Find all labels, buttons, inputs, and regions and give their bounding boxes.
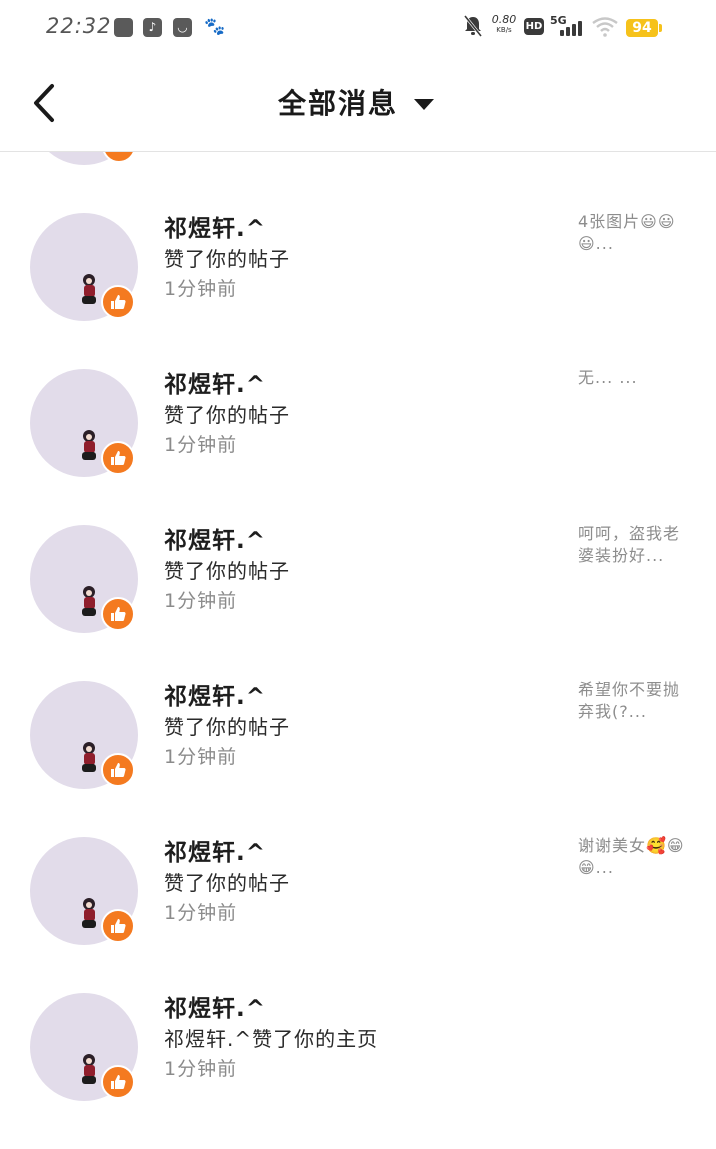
page-title: 全部消息: [278, 87, 399, 120]
user-name[interactable]: 祁煜轩.^: [164, 989, 266, 1023]
list-item[interactable]: 祁煜轩.^ 赞了你的帖子 1分钟前 无... ...: [0, 367, 716, 525]
avatar[interactable]: [30, 213, 138, 321]
avatar[interactable]: [30, 369, 138, 477]
avatar[interactable]: [30, 681, 138, 789]
list-item[interactable]: 祁煜轩.^ 祁煜轩.^赞了你的主页 1分钟前: [0, 993, 716, 1149]
post-preview[interactable]: 无... ...: [578, 367, 690, 389]
network-type-label: 5G: [550, 14, 567, 27]
list-item[interactable]: 祁煜轩.^ 赞了你的帖子 1分钟前 呵呵，盗我老婆装扮好...: [0, 523, 716, 681]
battery-icon: 94: [626, 19, 658, 37]
status-time: 22:32: [46, 14, 112, 38]
message-filter-dropdown[interactable]: 全部消息: [278, 82, 435, 122]
back-button[interactable]: [22, 78, 66, 128]
message-time: 1分钟前: [164, 746, 238, 768]
taobao-app-icon: ◡: [173, 18, 192, 37]
avatar[interactable]: [30, 837, 138, 945]
notification-muted-icon: [463, 15, 483, 37]
message-action: 祁煜轩.^赞了你的主页: [164, 1027, 379, 1051]
message-action: 赞了你的帖子: [164, 559, 290, 583]
status-bar: 22:32 ♪ ◡ 🐾 0.80 KB/s HD 5G 94: [0, 0, 716, 56]
like-badge-icon: [101, 441, 135, 475]
like-badge-icon: [101, 1065, 135, 1099]
avatar[interactable]: [30, 525, 138, 633]
message-time: 1分钟前: [164, 278, 238, 300]
nav-bar: 全部消息: [0, 56, 716, 152]
tiktok-app-icon: ♪: [143, 18, 162, 37]
like-badge-icon: [101, 753, 135, 787]
character-figure-icon: [82, 1054, 96, 1084]
message-time: 1分钟前: [164, 590, 238, 612]
cellular-signal-icon: 5G: [550, 14, 586, 38]
like-badge-icon: [101, 909, 135, 943]
message-action: 赞了你的帖子: [164, 247, 290, 271]
avatar[interactable]: [30, 993, 138, 1101]
character-figure-icon: [82, 742, 96, 772]
message-action: 赞了你的帖子: [164, 403, 290, 427]
message-time: 1分钟前: [164, 902, 238, 924]
wifi-icon: [592, 17, 618, 37]
user-name[interactable]: 祁煜轩.^: [164, 365, 266, 399]
list-item[interactable]: 祁煜轩.^ 赞了你的帖子 1分钟前 希望你不要抛弃我(?...: [0, 679, 716, 837]
character-figure-icon: [82, 898, 96, 928]
gallery-app-icon: [114, 18, 133, 37]
baidu-app-icon: 🐾: [204, 17, 226, 37]
list-item[interactable]: 祁煜轩.^ 赞了你的帖子 1分钟前 4张图片😃😃😃...: [0, 211, 716, 369]
user-name[interactable]: 祁煜轩.^: [164, 209, 266, 243]
character-figure-icon: [82, 430, 96, 460]
message-time: 1分钟前: [164, 1058, 238, 1080]
hd-voice-badge: HD: [524, 18, 544, 35]
battery-tip: [659, 24, 662, 32]
caret-down-icon: [414, 98, 435, 110]
character-figure-icon: [82, 586, 96, 616]
message-time: 1分钟前: [164, 434, 238, 456]
user-name[interactable]: 祁煜轩.^: [164, 833, 266, 867]
chevron-left-icon: [34, 84, 54, 122]
message-action: 赞了你的帖子: [164, 871, 290, 895]
like-badge-icon: [101, 597, 135, 631]
network-speed-value: 0.80: [491, 13, 517, 26]
user-name[interactable]: 祁煜轩.^: [164, 677, 266, 711]
like-badge-icon: [101, 285, 135, 319]
user-name[interactable]: 祁煜轩.^: [164, 521, 266, 555]
message-action: 赞了你的帖子: [164, 715, 290, 739]
post-preview[interactable]: 希望你不要抛弃我(?...: [578, 679, 690, 723]
list-item[interactable]: 祁煜轩.^ 赞了你的帖子 1分钟前 谢谢美女🥰😁😁...: [0, 835, 716, 993]
post-preview[interactable]: 呵呵，盗我老婆装扮好...: [578, 523, 690, 567]
character-figure-icon: [82, 274, 96, 304]
post-preview[interactable]: 4张图片😃😃😃...: [578, 211, 690, 255]
network-speed-unit: KB/s: [496, 26, 512, 34]
post-preview[interactable]: 谢谢美女🥰😁😁...: [578, 835, 690, 879]
network-speed: 0.80 KB/s: [491, 14, 517, 35]
